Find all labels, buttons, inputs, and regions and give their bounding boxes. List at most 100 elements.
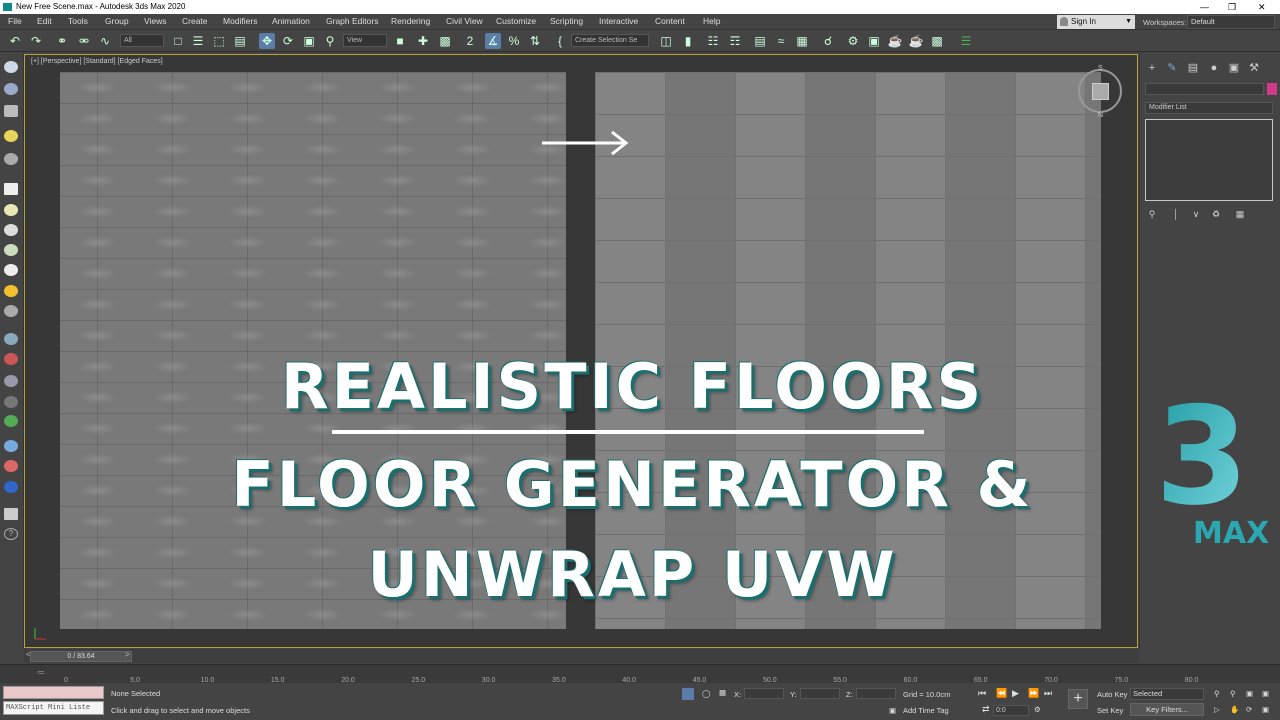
make-unique-icon[interactable]: ∨	[1190, 208, 1202, 220]
orbit-icon[interactable]: ⟳	[1246, 705, 1252, 714]
time-slider[interactable]: < 0 / 83.64 >	[24, 649, 1138, 663]
time-slider-handle[interactable]: 0 / 83.64	[30, 651, 132, 662]
menu-rendering[interactable]: Rendering	[391, 16, 430, 26]
track-bar[interactable]: ≔ 0 5.0 10.0 15.0 20.0 25.0 30.0 35.0 40.0 45.0 50…	[0, 664, 1280, 684]
box-icon[interactable]	[4, 183, 18, 195]
key-selection-dropdown[interactable]: Selected	[1130, 688, 1204, 700]
field-of-view-icon[interactable]: ▷	[1214, 705, 1220, 714]
maxscript-mini-listener[interactable]: MAXScript Mini Liste	[3, 701, 104, 715]
remove-modifier-icon[interactable]: ♻	[1210, 208, 1222, 220]
maxscript-listener-input[interactable]	[3, 686, 104, 699]
utilities-tab-icon[interactable]: ⚒	[1248, 62, 1260, 74]
restore-icon[interactable]: ❐	[1228, 0, 1236, 14]
eye-icon[interactable]	[4, 61, 18, 73]
menu-content[interactable]: Content	[655, 16, 685, 26]
select-object-icon[interactable]: □	[170, 33, 186, 49]
torus-icon[interactable]	[4, 244, 18, 256]
current-frame-field[interactable]: 0:0	[993, 705, 1029, 716]
render-production-icon[interactable]: ☕	[887, 33, 903, 49]
schematic-view-icon[interactable]: ▦	[794, 33, 810, 49]
menu-tools[interactable]: Tools	[68, 16, 88, 26]
rect-selection-icon[interactable]: ⬚	[211, 33, 227, 49]
auto-key-button[interactable]: Auto Key	[1097, 690, 1127, 699]
play-icon[interactable]: ▶	[1012, 688, 1019, 699]
reference-coordinate-dropdown[interactable]: View	[343, 34, 387, 47]
curve-editor-icon[interactable]: ≈	[773, 33, 789, 49]
render-setup-icon[interactable]: ⚙	[845, 33, 861, 49]
named-selection-dropdown[interactable]: Create Selection Se	[571, 34, 649, 47]
object-name-field[interactable]	[1145, 83, 1264, 95]
motion-tab-icon[interactable]: ●	[1208, 62, 1220, 74]
helper-icon[interactable]	[4, 305, 18, 317]
absolute-mode-icon[interactable]: ▦	[719, 688, 726, 697]
key-filters-button[interactable]: Key Filters...	[1130, 703, 1204, 716]
window-crossing-icon[interactable]: ▤	[232, 33, 248, 49]
ribbon-icon[interactable]: ▤	[752, 33, 768, 49]
render-iterative-icon[interactable]: ☕	[908, 33, 924, 49]
menu-scripting[interactable]: Scripting	[550, 16, 583, 26]
sign-in-button[interactable]: Sign In ▼	[1057, 15, 1135, 29]
selection-lock-icon[interactable]: ◯	[702, 689, 710, 698]
set-key-button[interactable]: Set Key	[1097, 706, 1123, 715]
create-shape-icon[interactable]	[4, 83, 18, 95]
display-tab-icon[interactable]: ▣	[1228, 62, 1240, 74]
camera-icon[interactable]	[4, 153, 18, 165]
next-frame-icon[interactable]: >	[125, 650, 130, 659]
spinner-snap-icon[interactable]: ⇅	[527, 33, 543, 49]
menu-create[interactable]: Create	[182, 16, 208, 26]
menu-graph-editors[interactable]: Graph Editors	[326, 16, 378, 26]
z-coordinate-field[interactable]	[856, 688, 896, 699]
move-icon[interactable]: ✥	[259, 33, 275, 49]
view-cube[interactable]: S N	[1078, 65, 1122, 119]
material-editor-icon[interactable]: ☌	[820, 33, 836, 49]
view-cube-face[interactable]	[1092, 83, 1109, 100]
menu-interactive[interactable]: Interactive	[599, 16, 638, 26]
modify-tab-icon[interactable]: ✎	[1166, 62, 1178, 74]
link-icon[interactable]: ⚭	[54, 33, 70, 49]
set-key-big-button[interactable]: +	[1068, 689, 1088, 709]
selection-filter-dropdown[interactable]: All	[120, 34, 164, 47]
maximize-viewport-icon[interactable]: ▣	[1262, 705, 1269, 714]
time-tag-icon[interactable]: ▣	[889, 706, 896, 715]
minimize-icon[interactable]: —	[1200, 0, 1209, 14]
menu-customize[interactable]: Customize	[496, 16, 536, 26]
viewport-label[interactable]: [+] [Perspective] [Standard] [Edged Face…	[31, 58, 163, 65]
angle-snap-icon[interactable]: ∡	[485, 33, 501, 49]
particle-icon[interactable]	[4, 333, 18, 345]
sphere-icon[interactable]	[4, 204, 18, 216]
undo-icon[interactable]: ↶	[7, 33, 23, 49]
cone-icon[interactable]	[4, 264, 18, 276]
rendered-frame-icon[interactable]: ▣	[866, 33, 882, 49]
sun-icon[interactable]	[4, 285, 18, 297]
place-icon[interactable]: ⚲	[322, 33, 338, 49]
render-frame-window-icon[interactable]: ▩	[929, 33, 945, 49]
bind-space-warp-icon[interactable]: ∿	[97, 33, 113, 49]
workspace-dropdown[interactable]: Default	[1187, 15, 1275, 29]
keyboard-shortcut-icon[interactable]: ▩	[437, 33, 453, 49]
menu-file[interactable]: File	[8, 16, 22, 26]
snaps-toggle-icon[interactable]: 2	[462, 33, 478, 49]
cylinder-icon[interactable]	[4, 224, 18, 236]
align-icon[interactable]: ▮	[680, 33, 696, 49]
modify-icon[interactable]	[4, 105, 18, 117]
zoom-all-icon[interactable]: ⚲	[1230, 689, 1236, 698]
prev-key-icon[interactable]: ⏪	[996, 688, 1007, 699]
x-coordinate-field[interactable]	[744, 688, 784, 699]
hierarchy-tab-icon[interactable]: ▤	[1187, 62, 1199, 74]
scale-icon[interactable]: ▣	[301, 33, 317, 49]
zoom-icon[interactable]: ⚲	[1214, 689, 1220, 698]
rotate-icon[interactable]: ⟳	[280, 33, 296, 49]
layer-explorer-icon[interactable]: ☶	[727, 33, 743, 49]
scene-explorer-icon[interactable]: ☷	[705, 33, 721, 49]
isolate-selection-icon[interactable]	[682, 688, 694, 700]
menu-edit[interactable]: Edit	[37, 16, 52, 26]
menu-modifiers[interactable]: Modifiers	[223, 16, 257, 26]
layers-stack-icon[interactable]: ☰	[958, 33, 974, 49]
zoom-extents-icon[interactable]: ▣	[1246, 689, 1253, 698]
pivot-center-icon[interactable]: ■	[392, 33, 408, 49]
key-mode-icon[interactable]: ⇄	[982, 704, 990, 715]
unlink-icon[interactable]: ⚮	[76, 33, 92, 49]
pan-icon[interactable]: ✋	[1230, 705, 1239, 714]
next-key-icon[interactable]: ⏩	[1028, 688, 1039, 699]
object-color-swatch[interactable]	[1267, 83, 1277, 95]
